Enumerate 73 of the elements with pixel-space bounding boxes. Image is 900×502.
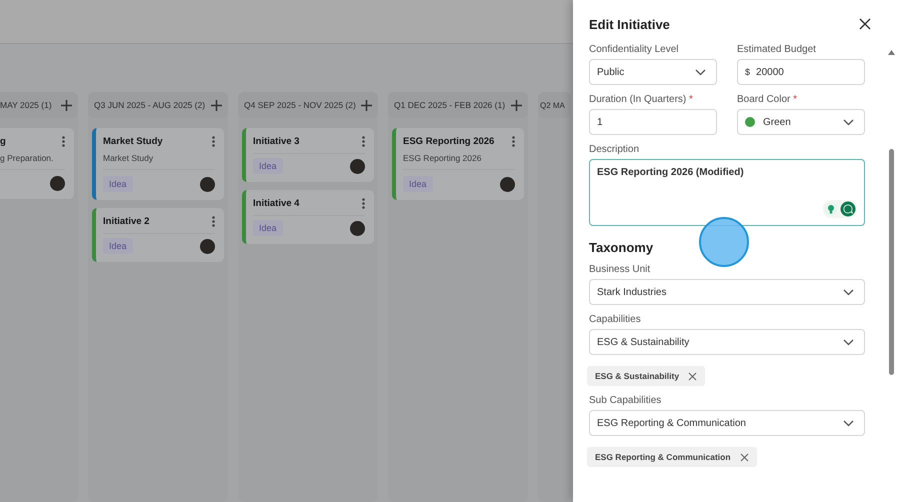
close-button[interactable] xyxy=(857,16,873,32)
card-title: g xyxy=(0,136,6,147)
plus-icon[interactable] xyxy=(61,100,72,110)
selected-chip: ESG Reporting & Communication xyxy=(587,447,757,467)
select-field[interactable]: Public xyxy=(589,59,717,85)
chat-bubble-icon[interactable] xyxy=(840,201,856,217)
initiative-card[interactable]: ESG Reporting 2026 ESG Reporting 2026 Idea xyxy=(392,128,524,200)
more-icon[interactable] xyxy=(362,198,365,209)
more-icon[interactable] xyxy=(212,216,215,227)
avatar xyxy=(350,158,365,174)
status-tag: Idea xyxy=(103,176,133,192)
initiative-card[interactable]: Market Study Market Study Idea xyxy=(92,128,224,200)
field-label: Estimated Budget xyxy=(737,44,817,55)
chevron-down-icon[interactable] xyxy=(843,420,854,426)
chevron-down-icon[interactable] xyxy=(843,118,854,126)
chevron-down-icon[interactable] xyxy=(695,68,706,76)
card-title: Market Study xyxy=(103,136,163,147)
avatar xyxy=(200,238,215,254)
card-description: Market Study xyxy=(103,153,215,170)
initiative-card[interactable]: g g Preparation. xyxy=(0,128,74,199)
input-field[interactable]: 1 xyxy=(589,109,717,135)
column-title: Q4 SEP 2025 - NOV 2025 (2) xyxy=(244,100,356,110)
column-title: Q1 DEC 2025 - FEB 2026 (1) xyxy=(394,100,506,110)
scrollbar-thumb[interactable] xyxy=(889,149,894,375)
select-field[interactable]: ESG & Sustainability xyxy=(589,329,865,355)
more-icon[interactable] xyxy=(512,136,515,147)
initiative-card[interactable]: Initiative 3 Idea xyxy=(242,128,374,182)
select-field[interactable]: Green xyxy=(737,109,865,135)
field-label: Description xyxy=(589,144,640,155)
card-description: ESG Reporting 2026 xyxy=(403,153,515,170)
avatar xyxy=(200,176,215,192)
column-title: Q3 JUN 2025 - AUG 2025 (2) xyxy=(94,100,206,110)
avatar xyxy=(500,176,515,192)
more-icon[interactable] xyxy=(62,136,65,147)
select-field[interactable]: ESG Reporting & Communication xyxy=(589,410,865,436)
status-tag: Idea xyxy=(403,176,433,192)
select-field[interactable]: Stark Industries xyxy=(589,279,865,305)
column-title: MAY 2025 (1) xyxy=(0,100,52,110)
avatar xyxy=(50,176,65,191)
field-label: Capabilities xyxy=(589,314,642,325)
status-tag: Idea xyxy=(103,238,133,254)
field-label: Duration (In Quarters) * xyxy=(589,94,694,105)
field-label: Sub Capabilities xyxy=(589,395,662,406)
chevron-down-icon[interactable] xyxy=(843,288,854,296)
chevron-down-icon[interactable] xyxy=(843,338,854,346)
more-icon[interactable] xyxy=(362,136,365,147)
card-title: Initiative 2 xyxy=(103,216,150,227)
input-field[interactable]: $ 20000 xyxy=(737,59,865,85)
status-tag: Idea xyxy=(253,158,283,174)
selected-chip: ESG & Sustainability xyxy=(587,366,706,386)
field-label: Confidentiality Level xyxy=(589,44,680,55)
initiative-card[interactable]: Initiative 2 Idea xyxy=(92,208,224,262)
card-description: g Preparation. xyxy=(0,153,65,170)
initiative-card[interactable]: Initiative 4 Idea xyxy=(242,190,374,244)
lightbulb-icon[interactable] xyxy=(824,202,838,216)
field-label: Business Unit xyxy=(589,264,652,275)
plus-icon[interactable] xyxy=(511,100,522,110)
scroll-up-icon[interactable] xyxy=(888,50,895,55)
card-title: Initiative 3 xyxy=(253,136,300,147)
plus-icon[interactable] xyxy=(361,100,372,110)
section-heading: Taxonomy xyxy=(589,240,654,255)
status-tag: Idea xyxy=(253,220,283,236)
column-title: Q2 MA xyxy=(540,100,565,110)
card-title: ESG Reporting 2026 xyxy=(403,136,494,147)
plus-icon[interactable] xyxy=(211,100,222,110)
card-title: Initiative 4 xyxy=(253,198,300,209)
remove-icon[interactable] xyxy=(688,372,698,380)
drawer-title: Edit Initiative xyxy=(589,16,670,32)
touch-indicator xyxy=(699,217,749,267)
field-label: Board Color * xyxy=(737,94,798,105)
remove-icon[interactable] xyxy=(740,452,749,462)
avatar xyxy=(350,220,365,236)
more-icon[interactable] xyxy=(212,136,215,147)
